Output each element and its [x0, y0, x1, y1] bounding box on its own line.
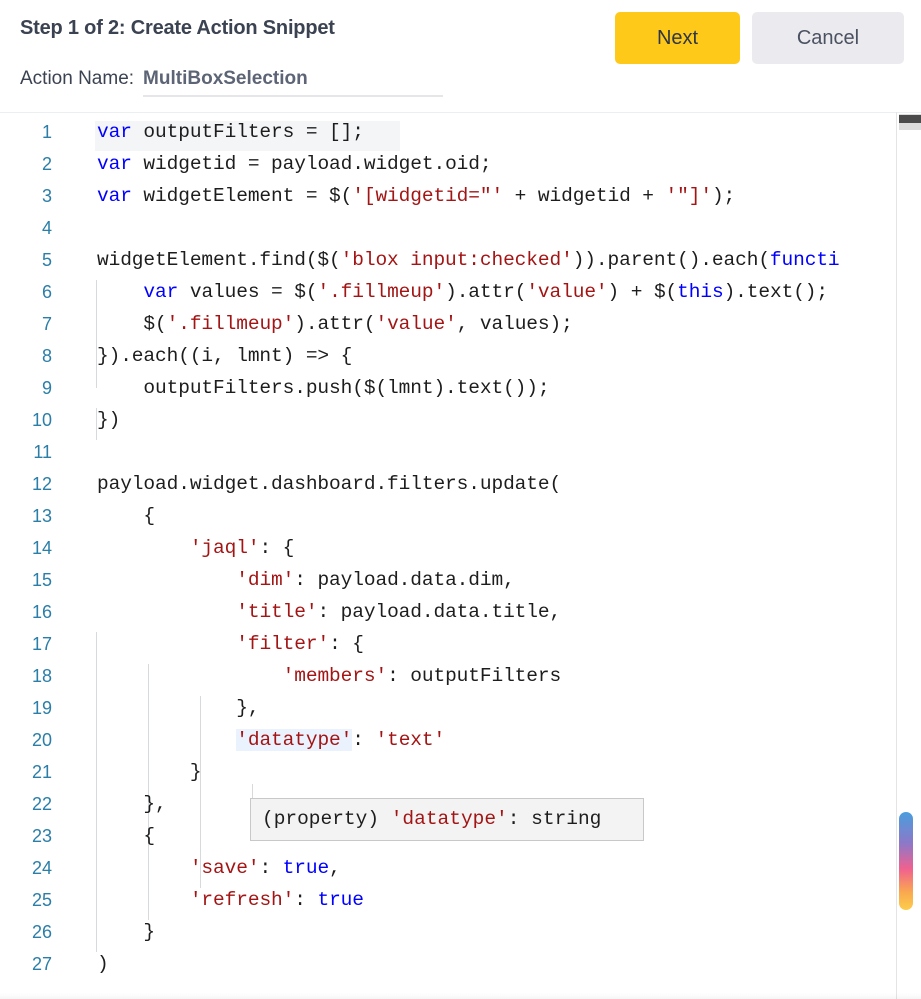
line-number: 16	[0, 596, 52, 628]
code-line[interactable]: 1 var outputFilters = [];	[0, 116, 896, 148]
line-content[interactable]: var widgetid = payload.widget.oid;	[97, 148, 491, 180]
line-number: 2	[0, 148, 52, 180]
line-number: 13	[0, 500, 52, 532]
code-line[interactable]: 19 },	[0, 692, 896, 724]
line-number: 5	[0, 244, 52, 276]
bottom-shadow	[0, 993, 921, 999]
tooltip-suffix: : string	[508, 808, 602, 830]
code-line[interactable]: 16 'title': payload.data.title,	[0, 596, 896, 628]
next-button[interactable]: Next	[615, 12, 740, 64]
vertical-scrollbar-thumb[interactable]	[899, 812, 913, 910]
line-content[interactable]: var widgetElement = $('[widgetid="' + wi…	[97, 180, 735, 212]
line-content[interactable]: payload.widget.dashboard.filters.update(	[97, 468, 561, 500]
line-number: 1	[0, 116, 52, 148]
line-number: 9	[0, 372, 52, 404]
code-line[interactable]: 3 var widgetElement = $('[widgetid="' + …	[0, 180, 896, 212]
line-number: 18	[0, 660, 52, 692]
code-line[interactable]: 15 'dim': payload.data.dim,	[0, 564, 896, 596]
line-number: 17	[0, 628, 52, 660]
code-line[interactable]: 20 'datatype': 'text'	[0, 724, 896, 756]
line-number: 4	[0, 212, 52, 244]
line-content[interactable]: 'filter': {	[97, 628, 364, 660]
code-line[interactable]: 4	[0, 212, 896, 244]
code-line[interactable]: 6 var values = $('.fillmeup').attr('valu…	[0, 276, 896, 308]
line-content[interactable]: 'dim': payload.data.dim,	[97, 564, 515, 596]
line-number: 10	[0, 404, 52, 436]
line-number: 23	[0, 820, 52, 852]
code-line[interactable]: 2 var widgetid = payload.widget.oid;	[0, 148, 896, 180]
page-title: Step 1 of 2: Create Action Snippet	[20, 17, 335, 40]
action-name-label: Action Name:	[20, 68, 134, 89]
code-line[interactable]: 7 $('.fillmeup').attr('value', values);	[0, 308, 896, 340]
line-number: 20	[0, 724, 52, 756]
line-number: 22	[0, 788, 52, 820]
line-content[interactable]: 'refresh': true	[97, 884, 364, 916]
code-line[interactable]: 9 outputFilters.push($(lmnt).text());	[0, 372, 896, 404]
line-content[interactable]: var outputFilters = [];	[97, 116, 364, 148]
code-line[interactable]: 13 {	[0, 500, 896, 532]
line-number: 8	[0, 340, 52, 372]
line-number: 12	[0, 468, 52, 500]
action-name-row: Action Name: MultiBoxSelection	[20, 68, 443, 98]
line-number: 3	[0, 180, 52, 212]
code-editor[interactable]: 1 var outputFilters = []; 2 var widgetid…	[0, 112, 921, 999]
code-line[interactable]: 10 })	[0, 404, 896, 436]
line-number: 14	[0, 532, 52, 564]
hover-tooltip: (property) 'datatype': string	[250, 798, 644, 841]
line-content[interactable]: $('.fillmeup').attr('value', values);	[97, 308, 573, 340]
line-number: 24	[0, 852, 52, 884]
code-line[interactable]: 27 )	[0, 948, 896, 980]
line-content[interactable]: var values = $('.fillmeup').attr('value'…	[97, 276, 828, 308]
line-content[interactable]: },	[97, 692, 259, 724]
line-content[interactable]: {	[97, 820, 155, 852]
line-content[interactable]: 'members': outputFilters	[97, 660, 561, 692]
code-line[interactable]: 14 'jaql': {	[0, 532, 896, 564]
line-content[interactable]: })	[97, 404, 120, 436]
line-number: 19	[0, 692, 52, 724]
line-number: 21	[0, 756, 52, 788]
line-content[interactable]: {	[97, 500, 155, 532]
code-line[interactable]: 25 'refresh': true	[0, 884, 896, 916]
line-number: 11	[0, 436, 52, 468]
horizontal-scrollbar-thumb[interactable]	[899, 115, 921, 123]
line-content[interactable]: },	[97, 788, 167, 820]
code-line[interactable]: 18 'members': outputFilters	[0, 660, 896, 692]
line-content[interactable]: )	[97, 948, 109, 980]
code-line[interactable]: 24 'save': true,	[0, 852, 896, 884]
code-line[interactable]: 8 }).each((i, lmnt) => {	[0, 340, 896, 372]
line-number: 26	[0, 916, 52, 948]
line-content[interactable]: }).each((i, lmnt) => {	[97, 340, 352, 372]
line-content[interactable]: }	[97, 756, 201, 788]
dialog-header: Step 1 of 2: Create Action Snippet Actio…	[0, 0, 921, 112]
line-content[interactable]: 'title': payload.data.title,	[97, 596, 561, 628]
code-line[interactable]: 26 }	[0, 916, 896, 948]
line-number: 27	[0, 948, 52, 980]
line-number: 6	[0, 276, 52, 308]
tooltip-prefix: (property)	[262, 808, 391, 830]
tooltip-property: 'datatype'	[391, 808, 508, 830]
minimap-divider	[896, 112, 897, 999]
action-name-input[interactable]: MultiBoxSelection	[143, 68, 443, 97]
line-number: 25	[0, 884, 52, 916]
code-line[interactable]: 5 widgetElement.find($('blox input:check…	[0, 244, 896, 276]
line-content[interactable]: 'datatype': 'text'	[97, 724, 445, 756]
code-line[interactable]: 12 payload.widget.dashboard.filters.upda…	[0, 468, 896, 500]
code-lines-container[interactable]: 1 var outputFilters = []; 2 var widgetid…	[0, 116, 896, 999]
code-line[interactable]: 17 'filter': {	[0, 628, 896, 660]
line-content[interactable]: 'jaql': {	[97, 532, 294, 564]
editor-top-divider	[0, 112, 921, 113]
cancel-button[interactable]: Cancel	[752, 12, 904, 64]
line-content[interactable]: }	[97, 916, 155, 948]
line-number: 7	[0, 308, 52, 340]
code-line[interactable]: 11	[0, 436, 896, 468]
line-content[interactable]: 'save': true,	[97, 852, 341, 884]
line-content[interactable]: widgetElement.find($('blox input:checked…	[97, 244, 840, 276]
line-content[interactable]: outputFilters.push($(lmnt).text());	[97, 372, 549, 404]
line-number: 15	[0, 564, 52, 596]
code-line[interactable]: 21 }	[0, 756, 896, 788]
